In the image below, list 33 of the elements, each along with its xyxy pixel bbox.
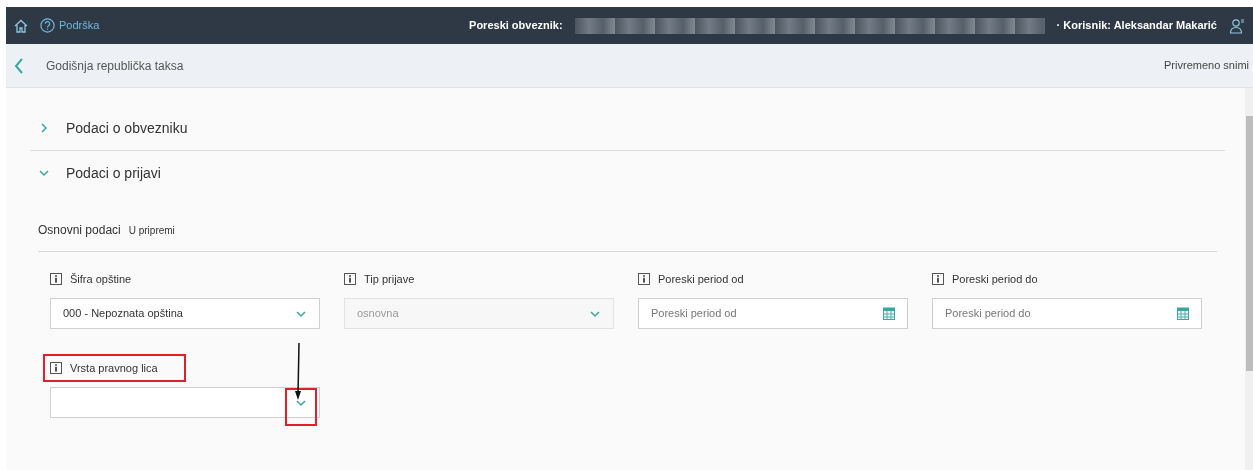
calendar-icon[interactable] xyxy=(1177,307,1189,320)
back-icon xyxy=(14,57,24,74)
support-link[interactable]: Podrška xyxy=(40,17,100,34)
chevron-right-icon xyxy=(38,122,50,134)
date-field[interactable]: Poreski period do xyxy=(932,298,1202,329)
dropdown-field[interactable]: 000 - Nepoznata opština xyxy=(50,298,320,329)
scrollbar[interactable] xyxy=(1245,88,1253,470)
info-icon[interactable] xyxy=(50,362,62,374)
dropdown-field[interactable] xyxy=(50,387,320,418)
field-label: Vrsta pravnog lica xyxy=(70,360,158,376)
taxpayer-label: Poreski obveznik: xyxy=(469,18,563,34)
info-icon[interactable] xyxy=(50,273,62,285)
user-label: · Korisnik: Aleksandar Makarić xyxy=(1056,18,1217,34)
subsection-title: Osnovni podaci xyxy=(38,222,121,239)
user-icon[interactable] xyxy=(1229,17,1245,34)
date-field[interactable]: Poreski period od xyxy=(638,298,908,329)
page-title: Godišnja republička taksa xyxy=(46,57,184,75)
section-header[interactable]: Podaci o prijavi xyxy=(30,151,161,195)
section-header[interactable]: Podaci o obvezniku xyxy=(30,106,188,150)
chevron-down-icon xyxy=(38,167,50,179)
info-icon[interactable] xyxy=(932,273,944,285)
home-icon[interactable] xyxy=(14,18,28,33)
field-label: Poreski period do xyxy=(952,271,1038,287)
status-label: U pripremi xyxy=(128,224,175,238)
field-label: Poreski period od xyxy=(658,271,744,287)
info-icon[interactable] xyxy=(344,273,356,285)
calendar-icon[interactable] xyxy=(883,307,895,320)
save-draft-button[interactable]: Privremeno snimi xyxy=(1164,57,1249,74)
info-icon[interactable] xyxy=(638,273,650,285)
field-label: Tip prijave xyxy=(364,271,415,287)
field-label: Šifra opštine xyxy=(70,271,132,287)
help-icon xyxy=(40,18,55,33)
pointer-arrow xyxy=(294,343,302,401)
